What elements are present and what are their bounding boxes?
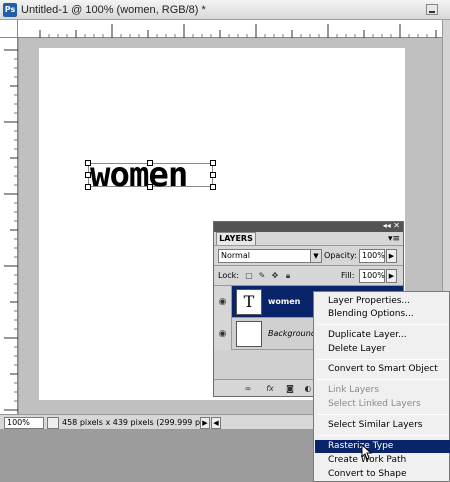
layer-name[interactable]: Background (268, 329, 316, 338)
lock-all-icon[interactable]: 🔒︎ (283, 271, 293, 281)
transform-handle-top-center[interactable] (147, 160, 153, 166)
layer-name[interactable]: women (268, 297, 300, 306)
type-layer-thumbnail: T (236, 289, 262, 315)
vertical-ruler[interactable] (0, 38, 18, 414)
blend-opacity-row: Normal ▼ Opacity: 100% ▶ (214, 245, 403, 265)
transform-handle-top-right[interactable] (210, 160, 216, 166)
eye-icon[interactable]: ◉ (214, 318, 232, 350)
menu-separator (317, 324, 448, 325)
lock-image-icon[interactable]: ✎ (257, 271, 267, 281)
link-layers-icon[interactable]: ∞ (242, 383, 254, 394)
menu-item-create-work-path[interactable]: Create Work Path (315, 454, 450, 467)
menu-item-rasterize-type[interactable]: Rasterize Type (315, 440, 450, 453)
opacity-label: Opacity: (324, 251, 357, 260)
opacity-field[interactable]: 100% (359, 249, 385, 263)
blend-mode-select[interactable]: Normal ▼ (218, 249, 322, 263)
menu-item-select-similar-layers[interactable]: Select Similar Layers (315, 419, 450, 432)
panel-header: ◂◂ ✕ (214, 221, 403, 232)
menu-separator (317, 414, 448, 415)
background-layer-thumbnail (236, 321, 262, 347)
menu-item-layer-properties[interactable]: Layer Properties... (315, 295, 450, 308)
document-titlebar: Ps Untitled-1 @ 100% (women, RGB/8) * (0, 0, 450, 20)
transform-handle-top-left[interactable] (85, 160, 91, 166)
collapse-panel-icon[interactable]: ◂◂ ✕ (383, 221, 400, 230)
layer-context-menu: Layer Properties... Blending Options... … (313, 291, 450, 482)
menu-item-select-linked-layers: Select Linked Layers (328, 399, 421, 409)
menu-separator (317, 379, 448, 380)
minimize-button[interactable] (426, 4, 438, 15)
tab-layers[interactable]: LAYERS (216, 232, 256, 245)
horizontal-ruler[interactable] (18, 20, 442, 38)
chevron-down-icon[interactable]: ▼ (310, 250, 321, 262)
menu-item-duplicate-layer[interactable]: Duplicate Layer... (315, 329, 450, 342)
menu-item-convert-to-shape[interactable]: Convert to Shape (315, 468, 450, 481)
lock-label: Lock: (218, 271, 239, 280)
lock-fill-row: Lock: ▢ ✎ ✥ 🔒︎ Fill: 100% ▶ (214, 265, 403, 285)
status-menu-arrow-icon[interactable]: ▶ (200, 417, 210, 429)
transform-handle-bottom-center[interactable] (147, 184, 153, 190)
ruler-origin[interactable] (0, 20, 18, 38)
eye-icon[interactable]: ◉ (214, 286, 232, 318)
mouse-cursor-icon (361, 444, 373, 460)
horizontal-ruler-ticks (39, 24, 437, 38)
document-size-info: 458 pixels x 439 pixels (299.999 ppi) (62, 418, 211, 427)
transform-handle-middle-right[interactable] (210, 172, 216, 178)
vertical-ruler-ticks (4, 49, 18, 411)
zoom-field[interactable]: 100% (4, 417, 44, 429)
fill-slider-arrow-icon[interactable]: ▶ (386, 269, 397, 283)
layer-style-fx-icon[interactable]: fx (264, 383, 276, 394)
blend-mode-value: Normal (221, 251, 250, 260)
add-mask-icon[interactable]: ◙ (284, 383, 296, 394)
menu-item-blending-options[interactable]: Blending Options... (315, 308, 450, 321)
lock-transparent-icon[interactable]: ▢ (244, 271, 254, 281)
canvas-type-text[interactable]: women (90, 155, 188, 195)
document-title: Untitled-1 @ 100% (women, RGB/8) * (21, 4, 206, 16)
menu-item-convert-to-smart-object[interactable]: Convert to Smart Object (315, 363, 450, 376)
fill-field[interactable]: 100% (359, 269, 385, 283)
menu-item-link-layers: Link Layers (328, 385, 380, 395)
lock-position-icon[interactable]: ✥ (270, 271, 280, 281)
menu-separator (317, 359, 448, 360)
menu-item-delete-layer[interactable]: Delete Layer (315, 343, 450, 356)
transform-handle-middle-left[interactable] (85, 172, 91, 178)
fill-label: Fill: (341, 271, 355, 280)
transform-handle-bottom-right[interactable] (210, 184, 216, 190)
menu-separator (317, 435, 448, 436)
transform-handle-bottom-left[interactable] (85, 184, 91, 190)
opacity-slider-arrow-icon[interactable]: ▶ (386, 249, 397, 263)
status-info-icon[interactable] (47, 417, 59, 429)
panel-menu-icon[interactable]: ▾≡ (388, 234, 400, 244)
photoshop-icon: Ps (3, 3, 17, 17)
scroll-left-icon[interactable]: ◀ (211, 417, 221, 429)
